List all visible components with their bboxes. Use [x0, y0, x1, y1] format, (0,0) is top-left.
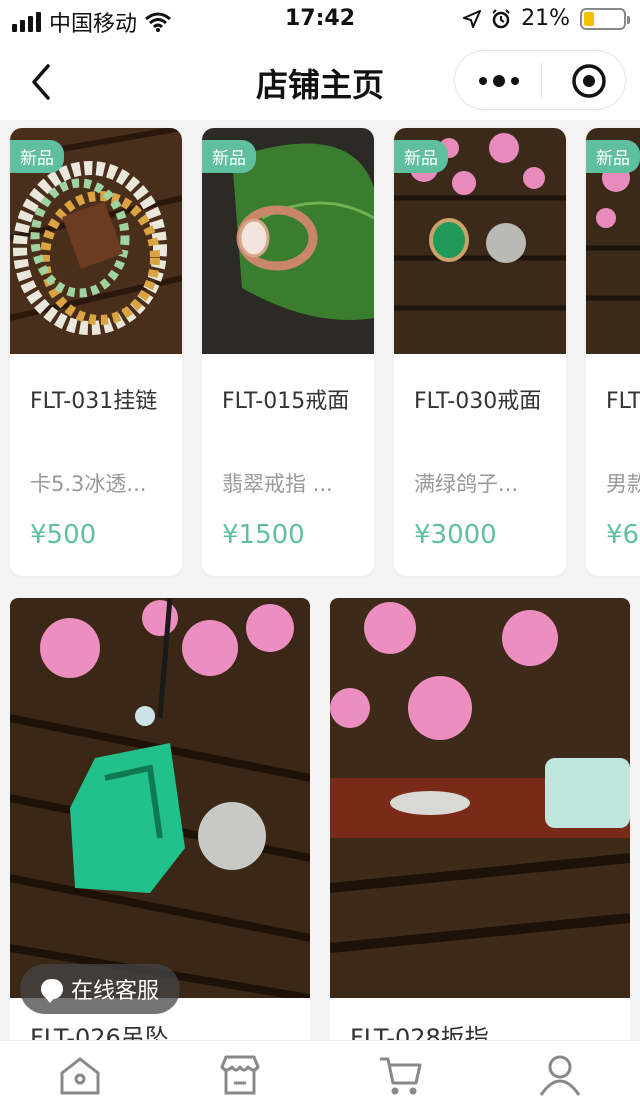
- product-image: [330, 598, 630, 998]
- mini-program-capsule: [454, 50, 626, 110]
- status-bar: 中国移动 17:42 21%: [0, 0, 640, 40]
- product-name: FLT-015戒面: [222, 389, 350, 414]
- capsule-divider: [541, 63, 542, 99]
- featured-product-list[interactable]: 新品 FLT-031挂链 卡5.3冰透... ¥500 新品 FLT-015戒面…: [0, 120, 640, 590]
- product-desc: 翡翠戒指 ...: [222, 472, 333, 496]
- alarm-icon: [492, 8, 510, 28]
- target-circle-icon[interactable]: [571, 63, 607, 99]
- location-icon: [463, 9, 482, 28]
- home-icon[interactable]: [58, 1053, 102, 1097]
- store-icon[interactable]: [218, 1053, 262, 1097]
- battery-percent: 21%: [521, 6, 570, 31]
- grid-product-card[interactable]: FLT-028扳指: [330, 598, 630, 1058]
- nav-bar: 店铺主页: [0, 40, 640, 120]
- new-badge: 新品: [394, 140, 448, 173]
- status-right: 21%: [463, 6, 630, 31]
- product-card[interactable]: 新品 FLT-031挂链 卡5.3冰透... ¥500: [10, 128, 182, 576]
- product-desc: 男款...: [606, 472, 640, 496]
- user-icon[interactable]: [538, 1053, 582, 1097]
- cart-icon[interactable]: [378, 1053, 422, 1097]
- new-badge: 新品: [202, 140, 256, 173]
- product-desc: 满绿鸽子...: [414, 472, 519, 496]
- product-name: FLT-030戒面: [414, 389, 542, 414]
- product-price: ¥500: [30, 520, 97, 550]
- more-dots-icon[interactable]: [473, 69, 525, 93]
- battery-icon: [580, 7, 630, 30]
- product-card[interactable]: 新品 FLT-0..指 男款... ¥6...: [586, 128, 640, 576]
- chat-icon: [40, 979, 63, 1003]
- product-card[interactable]: 新品 FLT-030戒面 满绿鸽子... ¥3000: [394, 128, 566, 576]
- new-badge: 新品: [10, 140, 64, 173]
- online-service-button[interactable]: 在线客服: [20, 964, 180, 1014]
- product-desc: 卡5.3冰透...: [30, 472, 147, 496]
- product-price: ¥6...: [606, 520, 640, 550]
- product-name: FLT-031挂链: [30, 389, 158, 414]
- new-badge: 新品: [586, 140, 640, 173]
- tab-bar: [0, 1040, 640, 1102]
- product-card[interactable]: 新品 FLT-015戒面 翡翠戒指 ... ¥1500: [202, 128, 374, 576]
- product-name: FLT-0..指: [606, 389, 640, 414]
- product-image: [10, 598, 310, 1002]
- online-service-label: 在线客服: [70, 979, 159, 1004]
- product-price: ¥3000: [414, 520, 497, 550]
- product-price: ¥1500: [222, 520, 305, 550]
